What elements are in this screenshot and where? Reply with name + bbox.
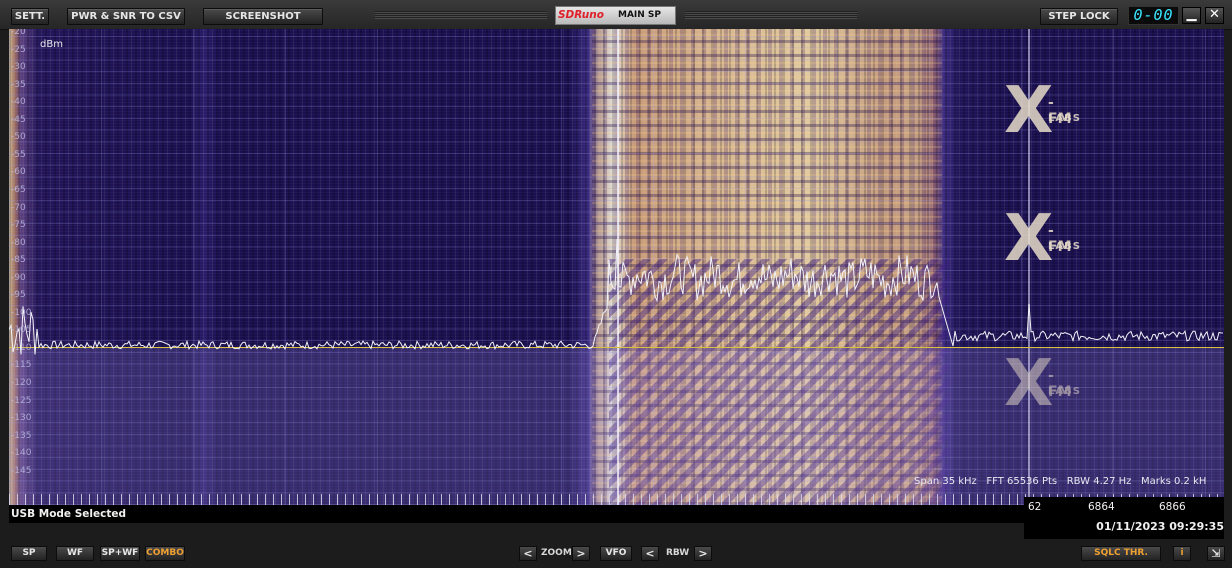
span-readout: Span 35 kHz: [914, 476, 977, 487]
status-bar: USB Mode Selected: [9, 505, 1024, 523]
pwr-snr-csv-button[interactable]: PWR & SNR TO CSV: [67, 8, 185, 25]
rbw-readout: RBW 4.27 Hz: [1066, 476, 1132, 487]
settings-button[interactable]: SETT.: [11, 8, 49, 25]
xfm-labs-watermark: X -FM LABS: [1004, 79, 1080, 143]
xfm-labs-watermark-3: X -FM LABS: [1004, 352, 1080, 416]
watermark-labs: LABS: [1048, 241, 1081, 252]
y-tick-label: -75: [11, 220, 26, 231]
sp-button[interactable]: SP: [11, 546, 47, 561]
y-tick-label: -20: [11, 29, 26, 37]
freq-label-1: 62: [1028, 501, 1042, 513]
y-tick-label: -70: [11, 202, 26, 213]
sp-wf-button[interactable]: SP+WF: [100, 546, 140, 561]
zoom-label: ZOOM: [541, 548, 572, 558]
y-axis-unit: dBm: [40, 39, 63, 50]
y-tick-label: -85: [11, 255, 26, 266]
y-tick-label: -145: [11, 465, 32, 476]
watermark-x-icon: X: [1004, 74, 1054, 148]
spectrum-waterfall-display[interactable]: -20 -25 -30 -35 -40 -45 -50 -55 -60 -65 -70 -75 -80 -…: [9, 29, 1224, 505]
rbw-label: RBW: [666, 548, 690, 558]
y-tick-label: -65: [11, 184, 26, 195]
freq-label-3: 6866: [1159, 501, 1186, 513]
y-tick-label: -55: [11, 149, 26, 160]
y-tick-label: -130: [11, 413, 32, 424]
step-lock-button[interactable]: STEP LOCK: [1040, 8, 1118, 25]
watermark-x-icon: X: [1004, 202, 1054, 276]
sdruno-main-sp-window: SETT. PWR & SNR TO CSV SCREENSHOT SDRuno…: [0, 0, 1232, 568]
y-tick-label: -125: [11, 395, 32, 406]
marks-readout: Marks 0.2 kH: [1140, 476, 1207, 487]
rbw-increase-button[interactable]: >: [694, 546, 712, 561]
y-tick-label: -80: [11, 237, 26, 248]
minimize-icon[interactable]: ▁: [1182, 7, 1201, 24]
frequency-axis-box: 62 6864 6866 01/11/2023 09:29:35: [1024, 497, 1224, 539]
screenshot-button[interactable]: SCREENSHOT: [203, 8, 323, 25]
step-digit-display: 0-00: [1128, 6, 1179, 25]
resize-icon[interactable]: ⇲: [1207, 546, 1225, 561]
y-tick-label: -110: [11, 342, 32, 353]
y-tick-label: -45: [11, 114, 26, 125]
watermark-labs: LABS: [1048, 113, 1081, 124]
xfm-labs-watermark-2: X -FM LABS: [1004, 207, 1080, 271]
y-tick-label: -140: [11, 448, 32, 459]
sdruno-logo: SDRuno: [558, 9, 604, 21]
drag-grip-right[interactable]: [685, 11, 857, 19]
y-tick-label: -95: [11, 290, 26, 301]
combo-button[interactable]: COMBO: [145, 546, 185, 561]
freq-label-2: 6864: [1088, 501, 1115, 513]
datetime-readout: 01/11/2023 09:29:35: [1096, 520, 1224, 533]
watermark-x-icon: X: [1004, 347, 1054, 421]
watermark-labs: LABS: [1048, 386, 1081, 397]
drag-grip-left[interactable]: [375, 11, 547, 19]
vfo-button[interactable]: VFO: [600, 546, 632, 561]
close-icon[interactable]: ✕: [1205, 7, 1224, 24]
y-tick-label: -25: [11, 44, 26, 55]
y-tick-label: -30: [11, 62, 26, 73]
top-toolbar: SETT. PWR & SNR TO CSV SCREENSHOT SDRuno…: [0, 0, 1232, 30]
fft-info-readout: Span 35 kHz FFT 65536 Pts RBW 4.27 Hz Ma…: [914, 476, 1206, 487]
info-button[interactable]: i: [1173, 546, 1191, 561]
wf-button[interactable]: WF: [56, 546, 94, 561]
y-tick-label: -135: [11, 430, 32, 441]
zoom-out-button[interactable]: <: [519, 546, 537, 561]
y-tick-label: -115: [11, 360, 32, 371]
window-name: MAIN SP: [618, 10, 662, 20]
y-tick-label: -120: [11, 378, 32, 388]
y-tick-label: -100: [11, 307, 32, 318]
y-tick-label: -105: [11, 325, 32, 336]
zoom-in-button[interactable]: >: [572, 546, 590, 561]
y-tick-label: -35: [11, 79, 26, 90]
mode-status-text: USB Mode Selected: [11, 508, 126, 520]
fft-readout: FFT 65536 Pts: [986, 476, 1058, 487]
rbw-decrease-button[interactable]: <: [641, 546, 659, 561]
y-tick-label: -50: [11, 132, 26, 143]
window-title-badge: SDRuno MAIN SP: [555, 6, 676, 25]
y-tick-label: -90: [11, 272, 26, 283]
sqlc-threshold-button[interactable]: SQLC THR.: [1081, 546, 1161, 561]
y-axis: -20 -25 -30 -35 -40 -45 -50 -55 -60 -65 -70 -75 -80 -…: [9, 29, 43, 505]
y-tick-label: -40: [11, 97, 26, 108]
y-tick-label: -60: [11, 167, 26, 178]
